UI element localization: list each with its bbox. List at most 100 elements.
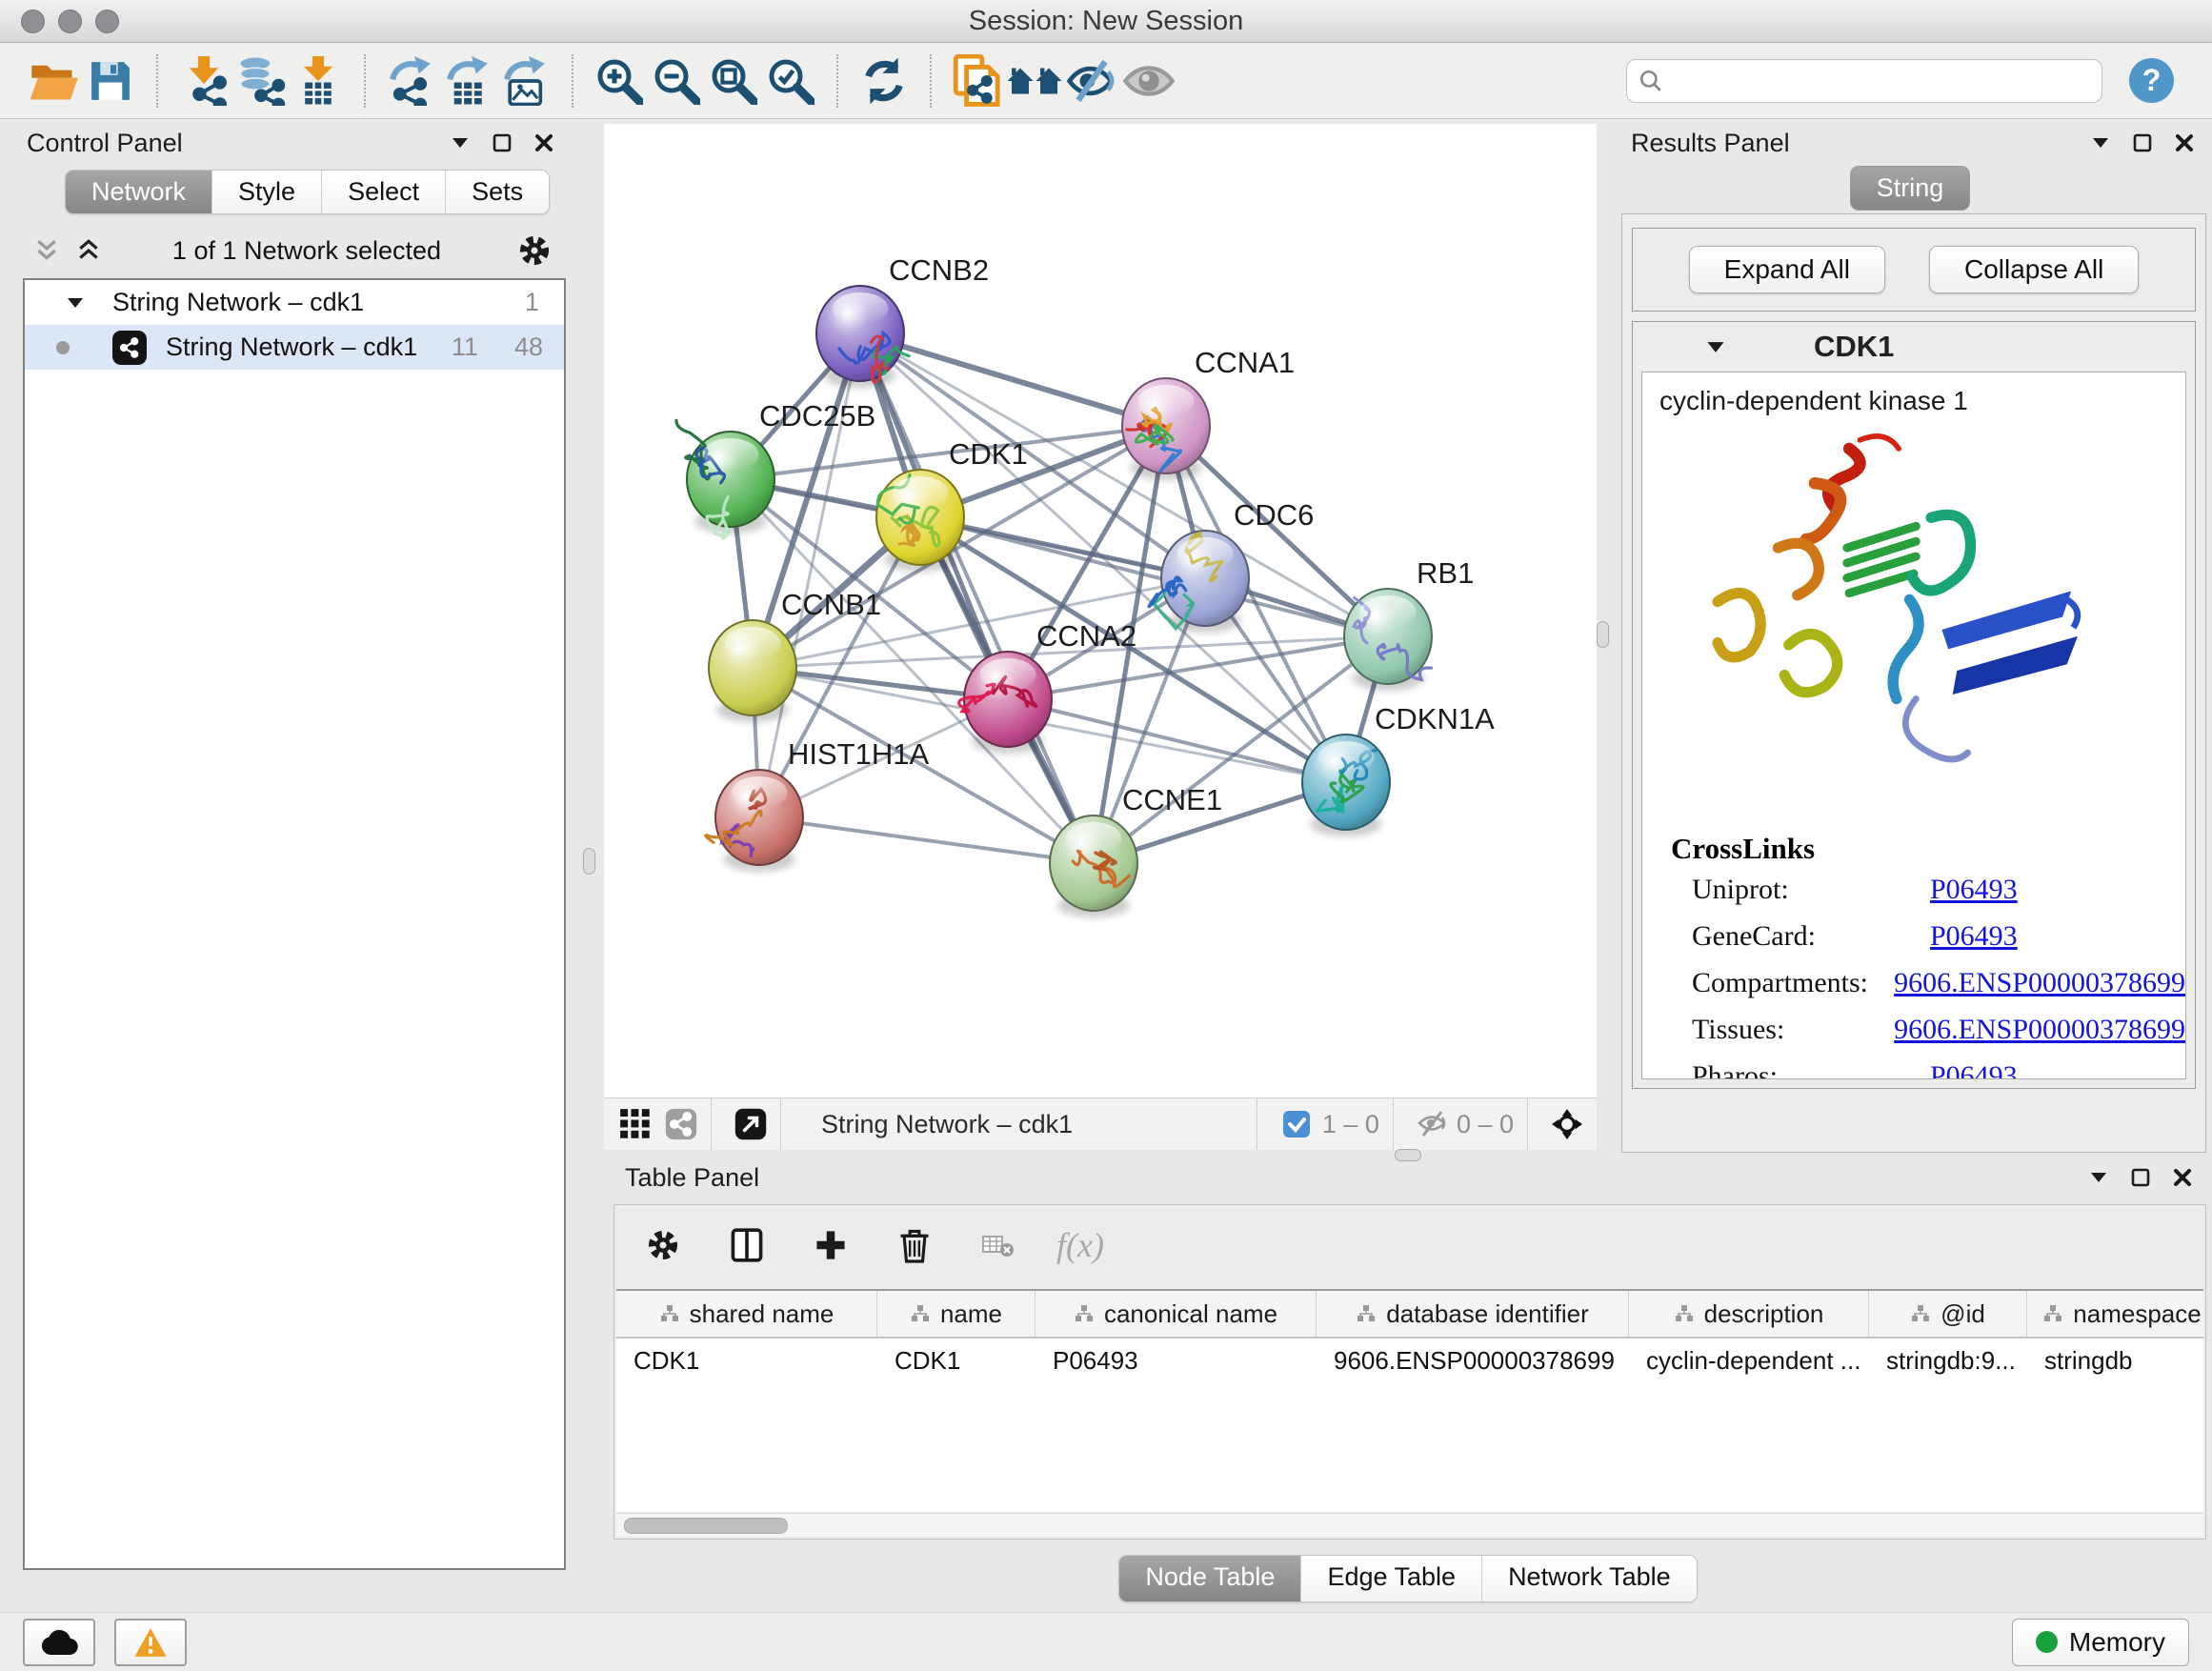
node-CDC6[interactable] — [1149, 531, 1249, 633]
zoom-selected-button[interactable] — [762, 51, 819, 111]
column-header-id[interactable]: @id — [1869, 1291, 2027, 1337]
tab-network-table[interactable]: Network Table — [1482, 1556, 1697, 1601]
edge-CDK1-RB1[interactable] — [920, 517, 1388, 636]
hide-selected-button[interactable] — [1063, 51, 1120, 111]
crosslink-link[interactable]: 9606.ENSP00000378699 — [1894, 1014, 2185, 1046]
edge-HIST1H1A-CCNE1[interactable] — [759, 817, 1094, 863]
network-options-gear-icon[interactable] — [518, 236, 551, 265]
gene-entry-header[interactable]: CDK1 — [1633, 322, 2195, 372]
column-header-shared-name[interactable]: shared name — [616, 1291, 877, 1337]
column-header-namespace[interactable]: namespace — [2027, 1291, 2203, 1337]
crosslink-link[interactable]: P06493 — [1930, 920, 2018, 953]
show-columns-icon[interactable] — [731, 1231, 763, 1259]
tab-string[interactable]: String — [1850, 166, 1971, 211]
node-HIST1H1A[interactable] — [706, 770, 803, 872]
node-CCNB1[interactable] — [709, 620, 796, 722]
fit-selected-crosshair-icon[interactable] — [1551, 1110, 1583, 1138]
birdseye-grid-icon[interactable] — [619, 1110, 652, 1138]
column-header-canonical-name[interactable]: canonical name — [1036, 1291, 1317, 1337]
table-cell[interactable]: stringdb:9... — [1869, 1339, 2027, 1382]
crosslink-link[interactable]: P06493 — [1930, 874, 2018, 906]
warnings-button[interactable] — [114, 1619, 187, 1666]
entry-collapse-icon[interactable] — [1699, 332, 1732, 361]
panel-close-icon[interactable] — [2166, 1163, 2199, 1192]
scrollbar-thumb[interactable] — [624, 1518, 788, 1534]
node-CDC25B[interactable] — [676, 420, 774, 538]
add-column-icon[interactable] — [814, 1231, 847, 1259]
table-cell[interactable]: stringdb — [2027, 1339, 2203, 1382]
network-collection-row[interactable]: String Network – cdk1 1 — [25, 280, 564, 325]
first-neighbors-button[interactable] — [1006, 51, 1063, 111]
node-CCNA1[interactable] — [1122, 378, 1210, 480]
network-canvas[interactable]: CCNB2CCNA1CDC25BCDK1CDC6RB1CCNB1CCNA2CDK… — [604, 124, 1597, 1097]
table-cell[interactable]: CDK1 — [877, 1339, 1036, 1382]
table-settings-gear-icon[interactable] — [647, 1231, 679, 1259]
selected-nodes-checkbox-icon[interactable] — [1280, 1110, 1313, 1138]
help-button[interactable]: ? — [2129, 58, 2174, 103]
save-session-button[interactable] — [82, 51, 139, 111]
zoom-fit-button[interactable] — [705, 51, 762, 111]
panel-close-icon[interactable] — [2168, 129, 2201, 157]
export-table-button[interactable] — [440, 51, 497, 111]
hidden-eye-slash-icon[interactable] — [1417, 1110, 1449, 1138]
import-network-file-button[interactable] — [175, 51, 232, 111]
new-network-from-selection-button[interactable] — [949, 51, 1006, 111]
node-RB1[interactable] — [1344, 589, 1432, 691]
table-cell[interactable]: P06493 — [1036, 1339, 1317, 1382]
panel-close-icon[interactable] — [528, 129, 560, 157]
node-CCNB2[interactable] — [816, 286, 909, 388]
crosslink-link[interactable]: 9606.ENSP00000378699 — [1894, 967, 2185, 999]
collapse-all-networks-icon[interactable] — [30, 236, 63, 265]
table-row[interactable]: CDK1CDK1P064939606.ENSP00000378699cyclin… — [616, 1339, 2203, 1382]
edge-CCNB2-CCNA1[interactable] — [860, 333, 1166, 426]
node-CCNA2[interactable] — [959, 652, 1052, 754]
table-cell[interactable]: cyclin-dependent ... — [1629, 1339, 1869, 1382]
expand-all-networks-icon[interactable] — [72, 236, 105, 265]
tab-select[interactable]: Select — [322, 171, 446, 213]
open-in-window-icon[interactable] — [734, 1110, 767, 1138]
table-horizontal-scrollbar[interactable] — [616, 1513, 2203, 1537]
tab-edge-table[interactable]: Edge Table — [1301, 1556, 1482, 1601]
crosslink-link[interactable]: P06493 — [1930, 1060, 2018, 1079]
column-header-database-identifier[interactable]: database identifier — [1317, 1291, 1629, 1337]
tab-sets[interactable]: Sets — [446, 171, 549, 213]
refresh-view-button[interactable] — [855, 51, 913, 111]
export-network-button[interactable] — [383, 51, 440, 111]
network-row[interactable]: String Network – cdk1 11 48 — [25, 325, 564, 370]
panel-menu-icon[interactable] — [2082, 1163, 2115, 1192]
tab-style[interactable]: Style — [212, 171, 322, 213]
table-cell[interactable]: CDK1 — [616, 1339, 877, 1382]
zoom-out-button[interactable] — [648, 51, 705, 111]
memory-button[interactable]: Memory — [2012, 1619, 2189, 1666]
node-CCNE1[interactable] — [1050, 815, 1137, 917]
panel-menu-icon[interactable] — [2084, 129, 2117, 157]
show-all-button[interactable] — [1120, 51, 1177, 111]
network-share-icon[interactable] — [665, 1110, 697, 1138]
right-splitter-handle[interactable] — [1597, 621, 1609, 648]
import-network-database-button[interactable] — [232, 51, 290, 111]
panel-float-icon[interactable] — [486, 129, 518, 157]
expand-all-button[interactable]: Expand All — [1689, 246, 1885, 293]
export-image-button[interactable] — [497, 51, 554, 111]
cloud-services-button[interactable] — [23, 1619, 95, 1666]
zoom-in-button[interactable] — [591, 51, 648, 111]
open-session-button[interactable] — [25, 51, 82, 111]
panel-float-icon[interactable] — [2126, 129, 2159, 157]
delete-column-trash-icon[interactable] — [898, 1231, 931, 1259]
search-input[interactable] — [1673, 66, 2090, 95]
node-CDKN1A[interactable] — [1302, 735, 1390, 836]
node-CDK1[interactable] — [876, 470, 964, 572]
panel-float-icon[interactable] — [2124, 1163, 2157, 1192]
table-cell[interactable]: 9606.ENSP00000378699 — [1317, 1339, 1629, 1382]
collapse-all-button[interactable]: Collapse All — [1929, 246, 2139, 293]
panel-menu-icon[interactable] — [444, 129, 476, 157]
import-table-button[interactable] — [290, 51, 347, 111]
left-splitter-handle[interactable] — [583, 848, 595, 875]
tab-network[interactable]: Network — [66, 171, 212, 213]
horizontal-splitter-handle[interactable] — [1395, 1149, 1421, 1161]
column-header-description[interactable]: description — [1629, 1291, 1869, 1337]
column-header-name[interactable]: name — [877, 1291, 1036, 1337]
edge-CCNB2-CCNE1[interactable] — [860, 333, 1094, 863]
collection-expander-icon[interactable] — [59, 289, 91, 317]
tab-node-table[interactable]: Node Table — [1119, 1556, 1301, 1601]
